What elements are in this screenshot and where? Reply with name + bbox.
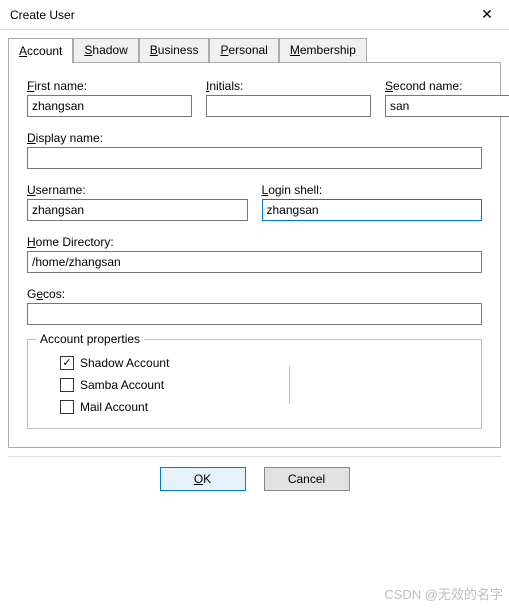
checkbox-icon <box>60 378 74 392</box>
check-samba-account[interactable]: Samba Account <box>60 378 467 392</box>
tab-membership[interactable]: Membership <box>279 38 367 62</box>
login-shell-input[interactable] <box>262 199 483 221</box>
ok-button[interactable]: OK <box>160 467 246 491</box>
tab-personal-label: ersonal <box>228 43 267 57</box>
cancel-button[interactable]: Cancel <box>264 467 350 491</box>
groupbox-divider <box>289 366 290 404</box>
initials-input[interactable] <box>206 95 371 117</box>
field-first-name: First name: <box>27 79 192 117</box>
tab-shadow-label: hadow <box>92 43 127 57</box>
close-button[interactable]: ✕ <box>465 0 509 30</box>
label-second-name: Second name: <box>385 79 509 93</box>
label-home-dir: Home Directory: <box>27 235 482 249</box>
field-username: Username: <box>27 183 248 221</box>
tab-business-mnemonic: B <box>150 43 158 57</box>
close-icon: ✕ <box>481 6 493 23</box>
field-gecos: Gecos: <box>27 287 482 325</box>
checkbox-icon: ✓ <box>60 356 74 370</box>
field-display-name: Display name: <box>27 131 482 169</box>
field-second-name: Second name: <box>385 79 509 117</box>
row-display-name: Display name: <box>27 131 482 169</box>
second-name-input[interactable] <box>385 95 509 117</box>
tab-account-mnemonic: A <box>19 44 27 58</box>
field-home-dir: Home Directory: <box>27 235 482 273</box>
row-username-shell: Username: Login shell: <box>27 183 482 221</box>
tab-strip: Account Shadow Business Personal Members… <box>8 38 501 63</box>
tab-membership-label: embership <box>300 43 356 57</box>
label-login-shell: Login shell: <box>262 183 483 197</box>
check-mail-label: Mail Account <box>80 400 148 414</box>
check-mail-account[interactable]: Mail Account <box>60 400 467 414</box>
label-display-name: Display name: <box>27 131 482 145</box>
display-name-input[interactable] <box>27 147 482 169</box>
row-home-dir: Home Directory: <box>27 235 482 273</box>
account-properties-group: Account properties ✓ Shadow Account Samb… <box>27 339 482 429</box>
titlebar: Create User ✕ <box>0 0 509 30</box>
tab-account-label: ccount <box>27 44 62 58</box>
label-gecos: Gecos: <box>27 287 482 301</box>
tab-business-label: usiness <box>158 43 199 57</box>
watermark: CSDN @无效的名字 <box>384 584 503 603</box>
tab-shadow[interactable]: Shadow <box>73 38 138 62</box>
account-panel: First name: Initials: Second name: Displ… <box>8 63 501 448</box>
home-dir-input[interactable] <box>27 251 482 273</box>
tab-account[interactable]: Account <box>8 38 73 63</box>
check-samba-label: Samba Account <box>80 378 164 392</box>
label-first-name: First name: <box>27 79 192 93</box>
label-initials: Initials: <box>206 79 371 93</box>
window-title: Create User <box>10 8 75 22</box>
tab-business[interactable]: Business <box>139 38 210 62</box>
account-properties-legend: Account properties <box>36 332 144 346</box>
tab-membership-mnemonic: M <box>290 43 300 57</box>
label-username: Username: <box>27 183 248 197</box>
check-shadow-label: Shadow Account <box>80 356 169 370</box>
first-name-input[interactable] <box>27 95 192 117</box>
username-input[interactable] <box>27 199 248 221</box>
row-name: First name: Initials: Second name: <box>27 79 482 117</box>
checkbox-icon <box>60 400 74 414</box>
check-shadow-account[interactable]: ✓ Shadow Account <box>60 356 467 370</box>
tab-personal[interactable]: Personal <box>209 38 278 62</box>
dialog-button-row: OK Cancel <box>8 456 501 505</box>
checks-list: ✓ Shadow Account Samba Account Mail Acco… <box>60 356 467 414</box>
gecos-input[interactable] <box>27 303 482 325</box>
row-gecos: Gecos: <box>27 287 482 325</box>
field-initials: Initials: <box>206 79 371 117</box>
field-login-shell: Login shell: <box>262 183 483 221</box>
